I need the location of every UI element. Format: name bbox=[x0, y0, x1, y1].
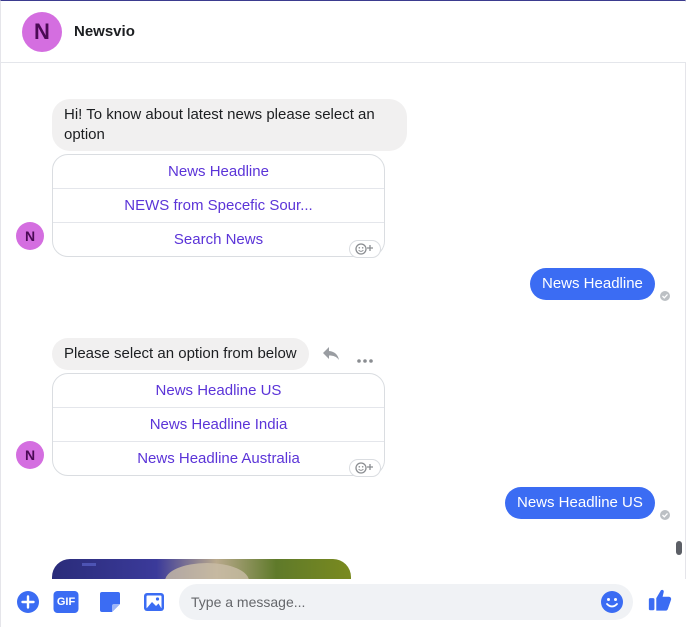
add-reaction-icon[interactable] bbox=[349, 459, 381, 477]
bot-avatar-small: N bbox=[16, 441, 44, 469]
message-text: News Headline bbox=[542, 275, 643, 292]
quick-replies-region: News Headline US News Headline India New… bbox=[52, 373, 385, 476]
gif-icon[interactable]: GIF bbox=[53, 589, 79, 615]
chat-title[interactable]: Newsvio bbox=[74, 23, 135, 40]
seen-check-icon bbox=[660, 291, 670, 301]
more-icon[interactable] bbox=[356, 351, 374, 369]
user-message: News Headline US bbox=[505, 487, 655, 519]
add-reaction-icon[interactable] bbox=[349, 240, 381, 258]
chat-window: N Newsvio Hi! To know about latest news … bbox=[0, 0, 686, 628]
message-input[interactable] bbox=[179, 584, 633, 620]
seen-check-icon bbox=[660, 510, 670, 520]
scrollbar-thumb[interactable] bbox=[676, 541, 682, 555]
image-icon[interactable] bbox=[141, 589, 167, 615]
quick-reply-news-from-source[interactable]: NEWS from Specefic Sour... bbox=[53, 189, 384, 223]
quick-reply-headline-us[interactable]: News Headline US bbox=[53, 374, 384, 408]
quick-replies-main: News Headline NEWS from Specefic Sour...… bbox=[52, 154, 385, 257]
reply-icon[interactable] bbox=[321, 345, 341, 366]
gif-label: GIF bbox=[56, 596, 76, 608]
quick-reply-search-news[interactable]: Search News bbox=[53, 223, 384, 256]
sticker-icon[interactable] bbox=[97, 589, 123, 615]
chat-header: N Newsvio bbox=[1, 2, 686, 63]
plus-circle-icon[interactable] bbox=[15, 589, 41, 615]
message-text: News Headline US bbox=[517, 494, 643, 511]
quick-reply-news-headline[interactable]: News Headline bbox=[53, 155, 384, 189]
message-text: Hi! To know about latest news please sel… bbox=[64, 106, 375, 143]
bot-avatar-small: N bbox=[16, 222, 44, 250]
bot-avatar[interactable]: N bbox=[22, 12, 62, 52]
bot-message-greeting: Hi! To know about latest news please sel… bbox=[52, 99, 407, 151]
message-composer: GIF bbox=[1, 579, 686, 628]
thumbs-up-icon[interactable] bbox=[647, 587, 673, 613]
quick-reply-headline-australia[interactable]: News Headline Australia bbox=[53, 442, 384, 475]
quick-reply-headline-india[interactable]: News Headline India bbox=[53, 408, 384, 442]
message-text: Please select an option from below bbox=[64, 345, 297, 362]
user-message: News Headline bbox=[530, 268, 655, 300]
news-image-card[interactable] bbox=[52, 559, 351, 579]
emoji-icon[interactable] bbox=[599, 589, 625, 615]
bot-message-prompt: Please select an option from below bbox=[52, 338, 309, 370]
